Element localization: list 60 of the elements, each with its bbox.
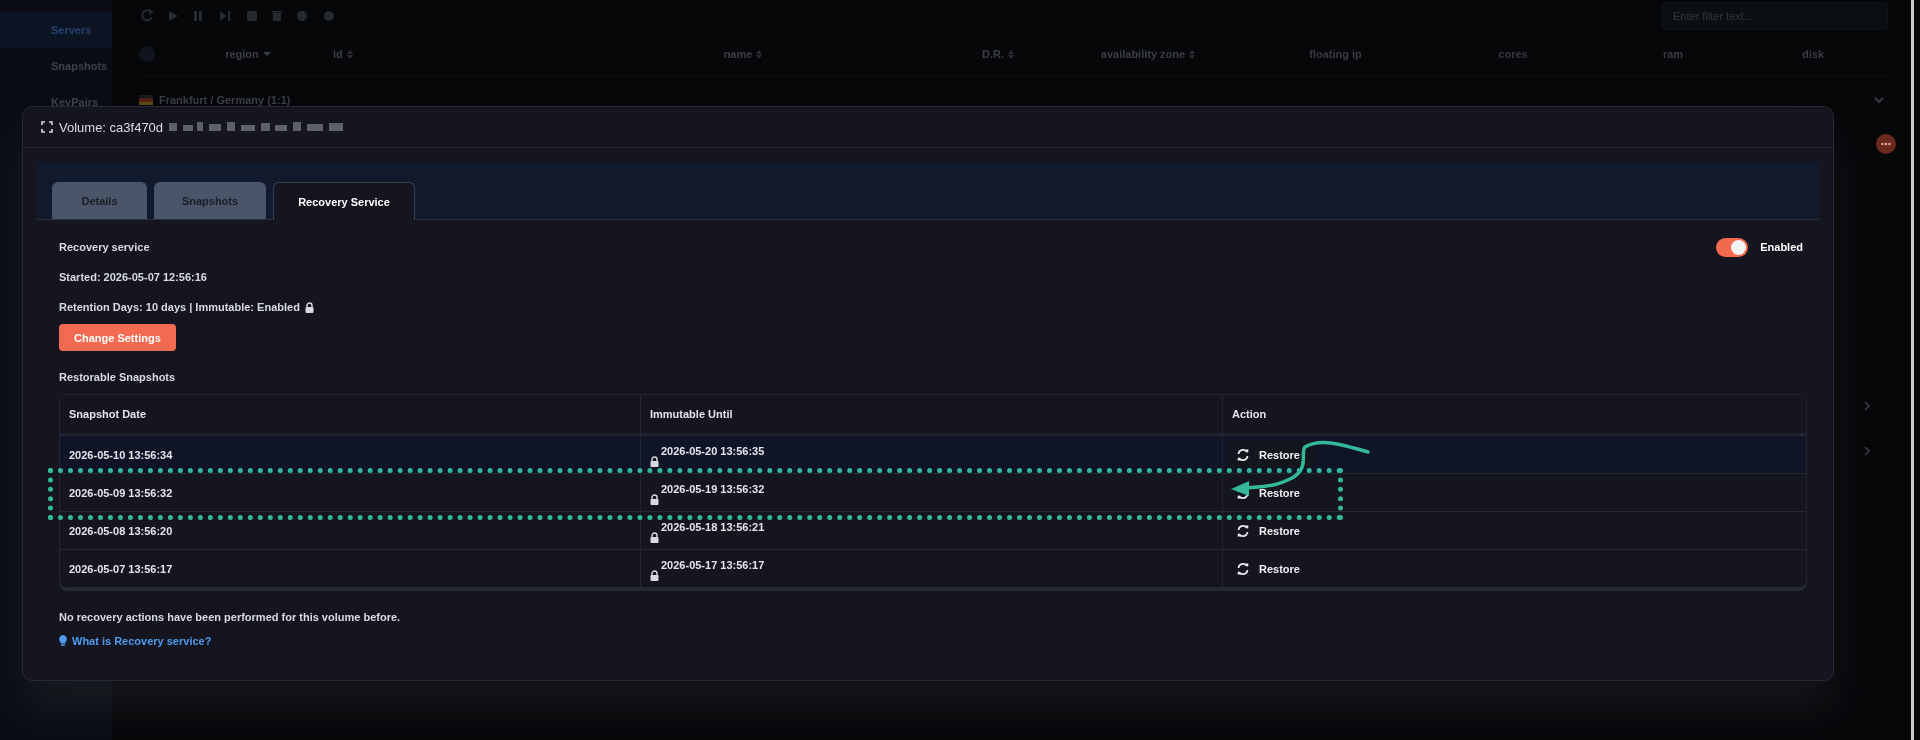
- help-link[interactable]: What is Recovery service?: [59, 634, 212, 647]
- refresh-icon: [1236, 447, 1250, 462]
- column-header[interactable]: ram: [1662, 48, 1684, 60]
- toggle-switch[interactable]: [1716, 237, 1749, 257]
- group-label: Frankfurt / Germany (1:1): [159, 94, 292, 106]
- retention-text: Retention Days: 10 days | Immutable: Enabled: [59, 300, 300, 315]
- column-header: Snapshot Date: [60, 395, 641, 433]
- started-text: Started: 2026-05-07 12:56:16: [59, 270, 208, 285]
- refresh-icon: [1236, 561, 1250, 576]
- lock-icon: [650, 494, 659, 505]
- tab[interactable]: Details: [52, 182, 147, 219]
- table-row[interactable]: 2026-05-10 13:56:34 2026-05-20 13:56:35 Restore: [60, 435, 1806, 473]
- table-cell: 2026-05-18 13:56:21: [661, 521, 765, 533]
- chevron-icon[interactable]: [1874, 96, 1884, 104]
- column-header[interactable]: availability zone: [1100, 48, 1196, 60]
- lock-icon: [650, 456, 659, 467]
- section-title: Recovery service: [59, 240, 151, 255]
- toggle-label: Enabled: [1760, 241, 1803, 253]
- scrollbar[interactable]: [1911, 0, 1914, 740]
- restore-button[interactable]: Restore: [1228, 555, 1314, 582]
- lock-icon: [304, 301, 314, 313]
- tab[interactable]: Recovery Service: [273, 182, 415, 220]
- sort-icon[interactable]: [1008, 49, 1014, 59]
- dialog-title: Volume: ca3f470d: [59, 119, 164, 135]
- column-header[interactable]: region: [225, 48, 271, 60]
- table-title: Restorable Snapshots: [59, 370, 177, 385]
- column-header[interactable]: disk: [1802, 48, 1824, 60]
- column-header[interactable]: D.R.: [982, 48, 1014, 60]
- expand-icon[interactable]: [41, 121, 53, 133]
- more-button[interactable]: [1876, 134, 1896, 154]
- column-header[interactable]: floating ip: [1309, 48, 1362, 60]
- lightbulb-icon: [59, 635, 67, 646]
- sort-icon[interactable]: [346, 49, 353, 59]
- chevron-right-icon[interactable]: [1864, 446, 1870, 456]
- restore-button[interactable]: Restore: [1228, 441, 1314, 468]
- change-settings-button[interactable]: Change Settings: [59, 324, 176, 351]
- table-row[interactable]: 2026-05-07 13:56:17 2026-05-17 13:56:17 Restore: [60, 549, 1806, 587]
- refresh-icon: [1236, 523, 1250, 538]
- table-cell: 2026-05-17 13:56:17: [661, 559, 765, 571]
- column-header[interactable]: id: [333, 48, 353, 60]
- column-header[interactable]: cores: [1498, 48, 1528, 60]
- sort-icon[interactable]: [1189, 49, 1196, 59]
- lock-icon: [650, 570, 659, 581]
- column-header: Action: [1231, 407, 1268, 422]
- status-message: No recovery actions have been performed for this volume before.: [59, 610, 402, 625]
- lock-icon: [650, 532, 659, 543]
- column-header: Immutable Until: [641, 395, 1223, 433]
- chevron-right-icon[interactable]: [1864, 401, 1870, 411]
- sort-caret-icon[interactable]: [262, 51, 271, 57]
- table-cell: 2026-05-07 13:56:17: [60, 550, 641, 587]
- sort-icon[interactable]: [756, 49, 763, 59]
- table-cell: 2026-05-09 13:56:32: [60, 474, 641, 511]
- column-header[interactable]: name: [723, 48, 763, 60]
- table-row[interactable]: 2026-05-08 13:56:20 2026-05-18 13:56:21 Restore: [60, 511, 1806, 549]
- tab[interactable]: Snapshots: [154, 182, 266, 219]
- more-icon: [1881, 142, 1891, 146]
- table-cell: 2026-05-19 13:56:32: [661, 483, 765, 495]
- sidebar-item[interactable]: Servers: [0, 12, 112, 48]
- table-cell: 2026-05-20 13:56:35: [661, 445, 765, 457]
- restore-button[interactable]: Restore: [1228, 517, 1314, 544]
